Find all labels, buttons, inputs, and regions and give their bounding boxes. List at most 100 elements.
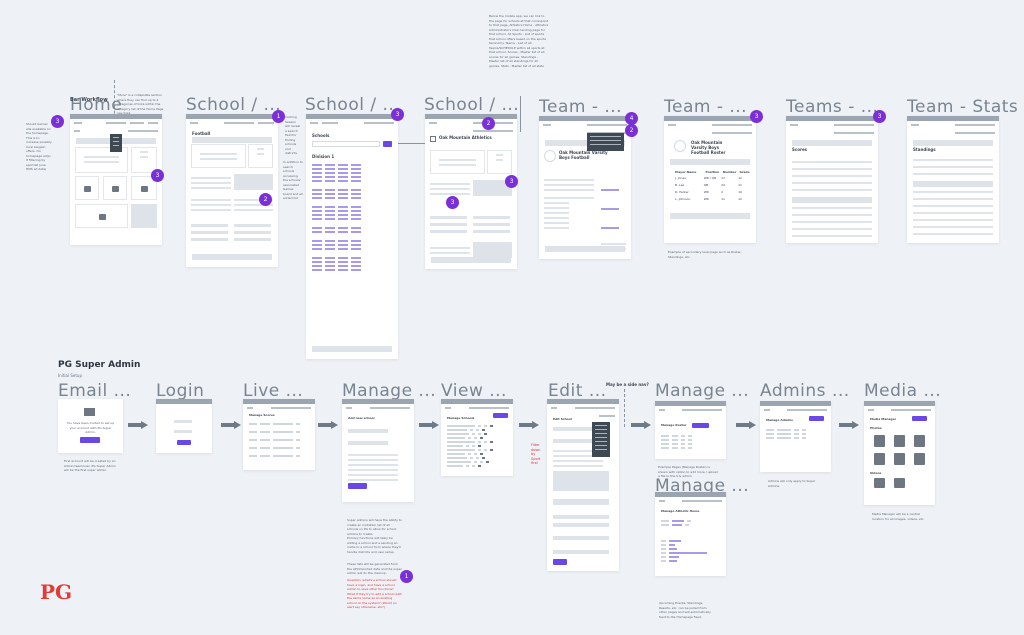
step-badge: 3 xyxy=(391,108,404,121)
frame-view-schools: Manage Schools xyxy=(441,399,513,476)
frame-live: Manage Scores xyxy=(243,399,315,470)
frame-school-sport: Football xyxy=(186,114,278,267)
side-nav-note: May be a side nav? xyxy=(606,382,649,387)
col-header: Position xyxy=(705,170,720,174)
flow-arrow xyxy=(839,421,859,429)
field[interactable] xyxy=(553,523,609,527)
media-caption: Media Manager will be a central location… xyxy=(872,512,925,521)
field[interactable] xyxy=(553,536,609,540)
field[interactable] xyxy=(553,499,609,505)
roster-caption: Example of secondary level page such as … xyxy=(668,250,742,259)
email-caption: First account will be created by an Admi… xyxy=(64,459,116,472)
get-started-button[interactable] xyxy=(80,437,100,443)
frame-school-list: Schools Division 1 xyxy=(306,114,398,359)
school-name-field[interactable] xyxy=(553,427,593,431)
add-admin-button[interactable] xyxy=(809,416,824,421)
school-side-note-1: Clicking Season will reveal a search fie… xyxy=(285,115,301,155)
frame-manage-athletic: Manage Athletic Home xyxy=(655,492,726,576)
team-logo-icon xyxy=(544,150,556,162)
frame-title-school-2: School / ... xyxy=(305,95,401,115)
table-row[interactable]: B. Lee QB 24 11 xyxy=(669,181,751,188)
frame-manage-roster: Manage Roster xyxy=(655,401,726,459)
frame-login xyxy=(156,399,212,453)
connector-line xyxy=(624,389,625,427)
school-name: Oak Mountain Athletics xyxy=(439,135,492,140)
division-heading: Division 1 xyxy=(312,154,335,159)
school-search-input[interactable] xyxy=(312,141,380,147)
frame-title-view: View ... xyxy=(441,381,507,401)
frame-manage-school: Add new school xyxy=(342,399,414,502)
step-badge: 2 xyxy=(625,124,638,137)
photos-label: Photos xyxy=(870,426,882,430)
frame-team-roster: Oak Mountain Varsity Boys Football Roste… xyxy=(664,116,756,243)
frame-title-manage-2: Manage ... xyxy=(655,381,750,401)
edit-school-heading: Edit School xyxy=(553,417,572,421)
media-manager-heading: Media Manager xyxy=(870,417,897,421)
connector-line xyxy=(398,143,426,144)
frame-media: Media Manager Photos Videos xyxy=(864,401,935,505)
image-file-icon xyxy=(874,435,885,447)
flow-arrow xyxy=(519,421,539,429)
school-name-field[interactable] xyxy=(348,429,388,433)
frame-title-team-stats: Team - Stats xyxy=(907,97,1019,117)
table-row[interactable]: L. Johnson WR 11 12 xyxy=(669,195,751,202)
school-admin-field[interactable] xyxy=(553,439,593,443)
section-subtitle: Initial Setup xyxy=(58,373,82,378)
pg-logo: PG xyxy=(40,580,73,604)
table-row[interactable]: D. Parker WR 2 10 xyxy=(669,188,751,195)
image-icon xyxy=(112,186,119,192)
live-heading: Manage Scores xyxy=(249,413,275,417)
submit-button[interactable] xyxy=(553,559,567,565)
frame-title-live: Live ... xyxy=(243,381,304,401)
admins-caption: Admins will only apply to Super Admins. xyxy=(768,479,816,488)
school-admin-field[interactable] xyxy=(348,441,388,445)
home-top-note: "More" is a collapsible section where th… xyxy=(117,93,164,115)
step-badge: 3 xyxy=(873,110,886,123)
school-links[interactable] xyxy=(312,162,392,273)
manage-roster-heading: Manage Roster xyxy=(661,423,687,427)
password-field[interactable] xyxy=(174,430,192,433)
upload-area[interactable] xyxy=(553,471,609,491)
school-top-note: Below the mobile app, we can link to the… xyxy=(489,14,549,68)
image-file-icon xyxy=(894,435,905,447)
flow-arrow xyxy=(631,421,651,429)
sport-dropdown xyxy=(592,422,610,457)
image-file-icon xyxy=(894,453,905,465)
flow-arrow xyxy=(736,421,756,429)
school-logo-icon xyxy=(430,136,436,142)
field[interactable] xyxy=(553,515,609,519)
step-badge: 3 xyxy=(505,175,518,188)
step-badge: 3 xyxy=(446,196,459,209)
username-field[interactable] xyxy=(174,420,192,423)
bar-workflow-label: Bar Workflow xyxy=(70,97,108,103)
frame-email: You have been invited to set up your acc… xyxy=(58,399,123,453)
video-file-icon xyxy=(874,478,885,488)
team-nav-dropdown xyxy=(587,133,624,151)
step-badge: 2 xyxy=(259,193,272,206)
frame-teams-scores: Scores xyxy=(786,116,878,243)
manage-question-note: Question: what's a school should have a … xyxy=(347,578,402,609)
table-row[interactable]: J. Jones WR / QB 17 12 xyxy=(669,174,751,181)
frame-title-login: Login xyxy=(156,381,205,401)
add-player-button[interactable] xyxy=(692,423,709,428)
filter-note: Filter down by Sport first xyxy=(531,443,541,465)
school-side-note-2: In addition to search schools accessing … xyxy=(283,160,303,200)
add-school-button[interactable] xyxy=(493,413,508,418)
connector-line xyxy=(520,96,521,132)
roster-heading: Oak Mountain Varsity Boys Football Roste… xyxy=(691,140,726,155)
frame-title-email: Email ... xyxy=(58,381,132,401)
frame-title-teams: Teams - ... xyxy=(786,97,879,117)
manage-admins-heading: Manage Admins xyxy=(766,418,793,422)
frame-title-admins: Admins ... xyxy=(760,381,850,401)
add-school-button[interactable] xyxy=(348,483,367,489)
field[interactable] xyxy=(553,550,609,554)
home-left-note: Should banner ads available on the homep… xyxy=(26,122,52,171)
frame-title-school-1: School / ... xyxy=(186,95,282,115)
login-button[interactable] xyxy=(177,440,191,445)
add-media-button[interactable] xyxy=(912,416,927,421)
frame-title-team-1: Team - ... xyxy=(539,97,623,117)
step-badge: 3 xyxy=(51,115,64,128)
search-go-button[interactable] xyxy=(383,141,392,147)
standings-heading: Standings xyxy=(913,147,936,152)
frame-title-edit: Edit ... xyxy=(548,381,607,401)
